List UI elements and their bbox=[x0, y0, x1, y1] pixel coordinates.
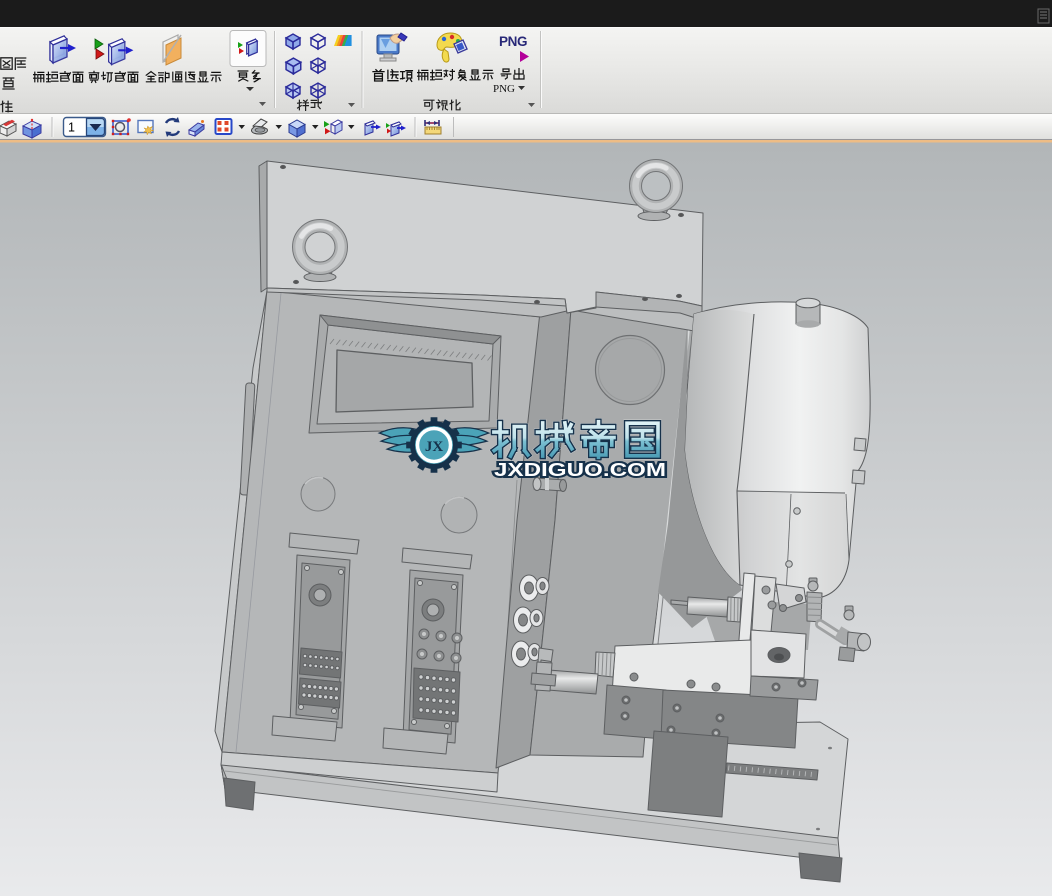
svg-text:PNG: PNG bbox=[499, 34, 527, 49]
svg-text:JX: JX bbox=[425, 439, 444, 455]
svg-text:1: 1 bbox=[68, 121, 75, 135]
svg-text:PNG: PNG bbox=[493, 83, 515, 95]
svg-text:JXDIGUO.COM: JXDIGUO.COM bbox=[494, 460, 666, 480]
